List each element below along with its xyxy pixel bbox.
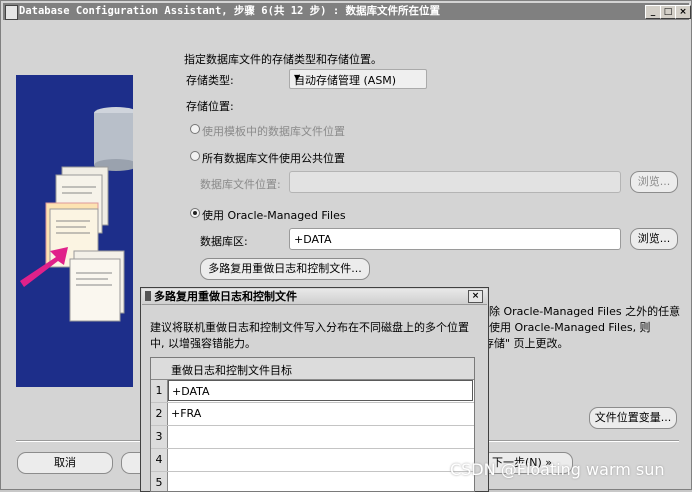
app-icon	[5, 5, 18, 20]
dialog-title-bar[interactable]: 多路复用重做日志和控制文件 ×	[142, 289, 487, 305]
table-row[interactable]: 2 +FRA	[151, 403, 474, 426]
cancel-button[interactable]: 取消	[17, 452, 113, 474]
storage-type-select[interactable]: 自动存储管理 (ASM) ▼	[289, 69, 427, 89]
column-header-targets: 重做日志和控制文件目标	[171, 364, 292, 377]
row-value[interactable]	[168, 426, 473, 447]
radio-oracle-managed-files[interactable]	[190, 208, 200, 218]
omf-note-line-1: 除 Oracle-Managed Files 之外的任意	[489, 305, 681, 318]
db-file-location-label: 数据库文件位置:	[200, 178, 281, 191]
table-header: 重做日志和控制文件目标	[151, 358, 474, 380]
db-area-field[interactable]: +DATA	[289, 228, 621, 250]
browse-button-common[interactable]: 浏览...	[630, 171, 678, 193]
radio-oracle-managed-files-label: 使用 Oracle-Managed Files	[202, 209, 346, 222]
title-bar[interactable]: Database Configuration Assistant, 步骤 6(共…	[3, 3, 691, 20]
omf-note-line-2: 使用 Oracle-Managed Files, 则	[489, 321, 651, 334]
storage-type-label: 存储类型:	[186, 74, 234, 87]
database-documents-illustration	[20, 107, 133, 322]
browse-button-db-area[interactable]: 浏览...	[630, 228, 678, 250]
row-number: 5	[151, 472, 168, 491]
window-title: Database Configuration Assistant, 步骤 6(共…	[19, 5, 440, 17]
close-button[interactable]: ×	[675, 5, 691, 19]
row-value[interactable]: +DATA	[168, 380, 473, 401]
row-number: 2	[151, 403, 168, 425]
row-value[interactable]	[168, 472, 473, 491]
chevron-down-icon: ▼	[294, 73, 301, 82]
row-number: 1	[151, 380, 168, 402]
wizard-banner-image	[16, 75, 133, 387]
row-number: 4	[151, 449, 168, 471]
dialog-app-icon	[145, 291, 151, 301]
table-row[interactable]: 3	[151, 426, 474, 449]
row-value[interactable]	[168, 449, 473, 470]
row-value[interactable]: +FRA	[168, 403, 473, 424]
db-file-location-field[interactable]	[289, 171, 621, 193]
storage-location-label: 存储位置:	[186, 100, 234, 113]
redo-control-targets-table: 重做日志和控制文件目标 1 +DATA 2 +FRA 3 4 5	[150, 357, 475, 492]
db-area-label: 数据库区:	[200, 235, 248, 248]
file-location-variables-button[interactable]: 文件位置变量...	[589, 407, 677, 429]
radio-common-location-label: 所有数据库文件使用公共位置	[202, 152, 345, 165]
intro-text: 指定数据库文件的存储类型和存储位置。	[184, 53, 382, 66]
table-row[interactable]: 1 +DATA	[151, 380, 474, 403]
table-row[interactable]: 5	[151, 472, 474, 491]
dialog-title: 多路复用重做日志和控制文件	[154, 290, 297, 303]
radio-common-location[interactable]	[190, 151, 200, 161]
db-area-value: +DATA	[294, 233, 332, 246]
multiplex-redo-control-button[interactable]: 多路复用重做日志和控制文件...	[200, 258, 370, 280]
minimize-button[interactable]: _	[645, 5, 661, 19]
dialog-description-line-1: 建议将联机重做日志和控制文件写入分布在不同磁盘上的多个位置	[150, 321, 469, 334]
dialog-close-button[interactable]: ×	[468, 290, 483, 303]
maximize-button[interactable]: □	[660, 5, 676, 19]
radio-template-location[interactable]	[190, 124, 200, 134]
radio-template-location-label: 使用模板中的数据库文件位置	[202, 125, 345, 138]
table-row[interactable]: 4	[151, 449, 474, 472]
row-number: 3	[151, 426, 168, 448]
dialog-description-line-2: 中, 以增强容错能力。	[150, 337, 256, 350]
omf-note-line-3: 存储" 页上更改。	[483, 337, 569, 350]
watermark-text: CSDN @Floating warm sun	[450, 460, 665, 479]
